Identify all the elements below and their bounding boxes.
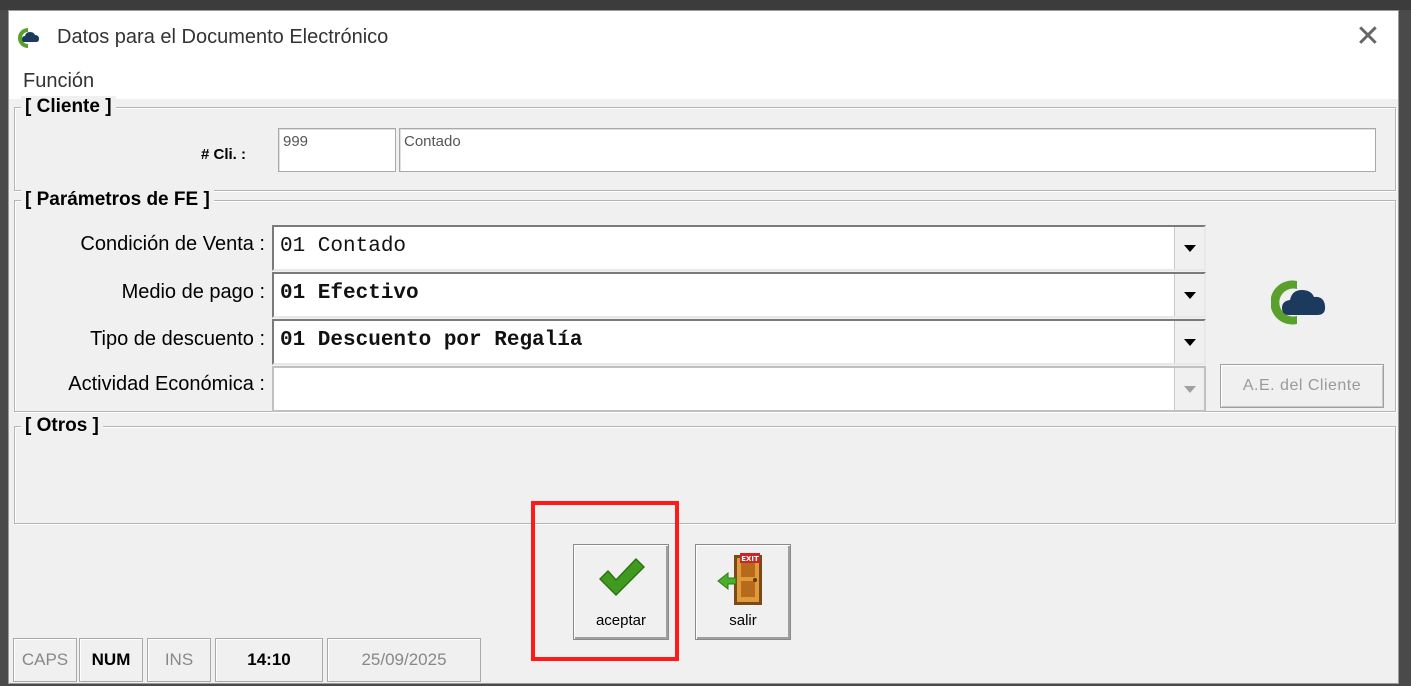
chevron-down-icon — [1184, 386, 1196, 393]
otros-group: [ Otros ] — [14, 415, 1396, 524]
background-taskbar — [0, 0, 1411, 10]
chevron-down-icon — [1184, 292, 1196, 299]
condicion-venta-dropdown-button[interactable] — [1174, 227, 1204, 269]
window-title: Datos para el Documento Electrónico — [57, 26, 389, 48]
svg-text:EXIT: EXIT — [741, 555, 759, 563]
cli-number-label: # Cli. : — [201, 146, 247, 163]
app-cloud-logo-icon — [18, 28, 39, 48]
tipo-descuento-value: 01 Descuento por Regalía — [280, 329, 583, 352]
status-caps: CAPS — [13, 638, 77, 682]
medio-pago-value: 01 Efectivo — [280, 282, 419, 305]
status-date: 25/09/2025 — [327, 638, 481, 682]
condicion-venta-label: Condición de Venta : — [80, 233, 265, 255]
actividad-economica-dropdown-button[interactable] — [1174, 368, 1204, 410]
actividad-economica-select[interactable] — [272, 366, 1206, 412]
condicion-venta-value: 01 Contado — [280, 235, 407, 258]
status-ins: INS — [147, 638, 211, 682]
cli-name-field[interactable]: Contado — [399, 128, 1376, 172]
accept-button-label: aceptar — [595, 612, 647, 629]
ae-del-cliente-button[interactable]: A.E. del Cliente — [1220, 364, 1384, 408]
close-icon[interactable]: ✕ — [1338, 11, 1398, 63]
chevron-down-icon — [1184, 245, 1196, 252]
cloud-logo-icon — [1271, 280, 1326, 325]
chevron-down-icon — [1184, 339, 1196, 346]
actividad-economica-label: Actividad Económica : — [68, 373, 265, 395]
checkmark-icon — [599, 558, 645, 596]
title-bar: Datos para el Documento Electrónico ✕ — [9, 11, 1398, 63]
medio-pago-label: Medio de pago : — [121, 281, 265, 303]
status-num: NUM — [79, 638, 143, 682]
condicion-venta-select[interactable]: 01 Contado — [272, 225, 1206, 271]
menu-funcion[interactable]: Función — [23, 70, 94, 93]
cliente-group-label: [ Cliente ] — [21, 96, 116, 118]
parametros-group-label: [ Parámetros de FE ] — [21, 189, 214, 211]
medio-pago-select[interactable]: 01 Efectivo — [272, 272, 1206, 318]
menu-bar: Función — [9, 63, 1398, 99]
exit-button-label: salir — [729, 612, 757, 629]
tipo-descuento-dropdown-button[interactable] — [1174, 321, 1204, 363]
cli-number-field[interactable]: 999 — [278, 128, 396, 172]
medio-pago-dropdown-button[interactable] — [1174, 274, 1204, 316]
otros-group-label: [ Otros ] — [21, 415, 103, 437]
accept-button[interactable]: aceptar — [573, 544, 669, 640]
status-time: 14:10 — [215, 638, 323, 682]
exit-door-icon: EXIT — [717, 553, 762, 605]
tipo-descuento-select[interactable]: 01 Descuento por Regalía — [272, 319, 1206, 365]
exit-button[interactable]: EXIT salir — [695, 544, 791, 640]
tipo-descuento-label: Tipo de descuento : — [90, 328, 265, 350]
dialog-window: Datos para el Documento Electrónico ✕ Fu… — [8, 10, 1399, 684]
